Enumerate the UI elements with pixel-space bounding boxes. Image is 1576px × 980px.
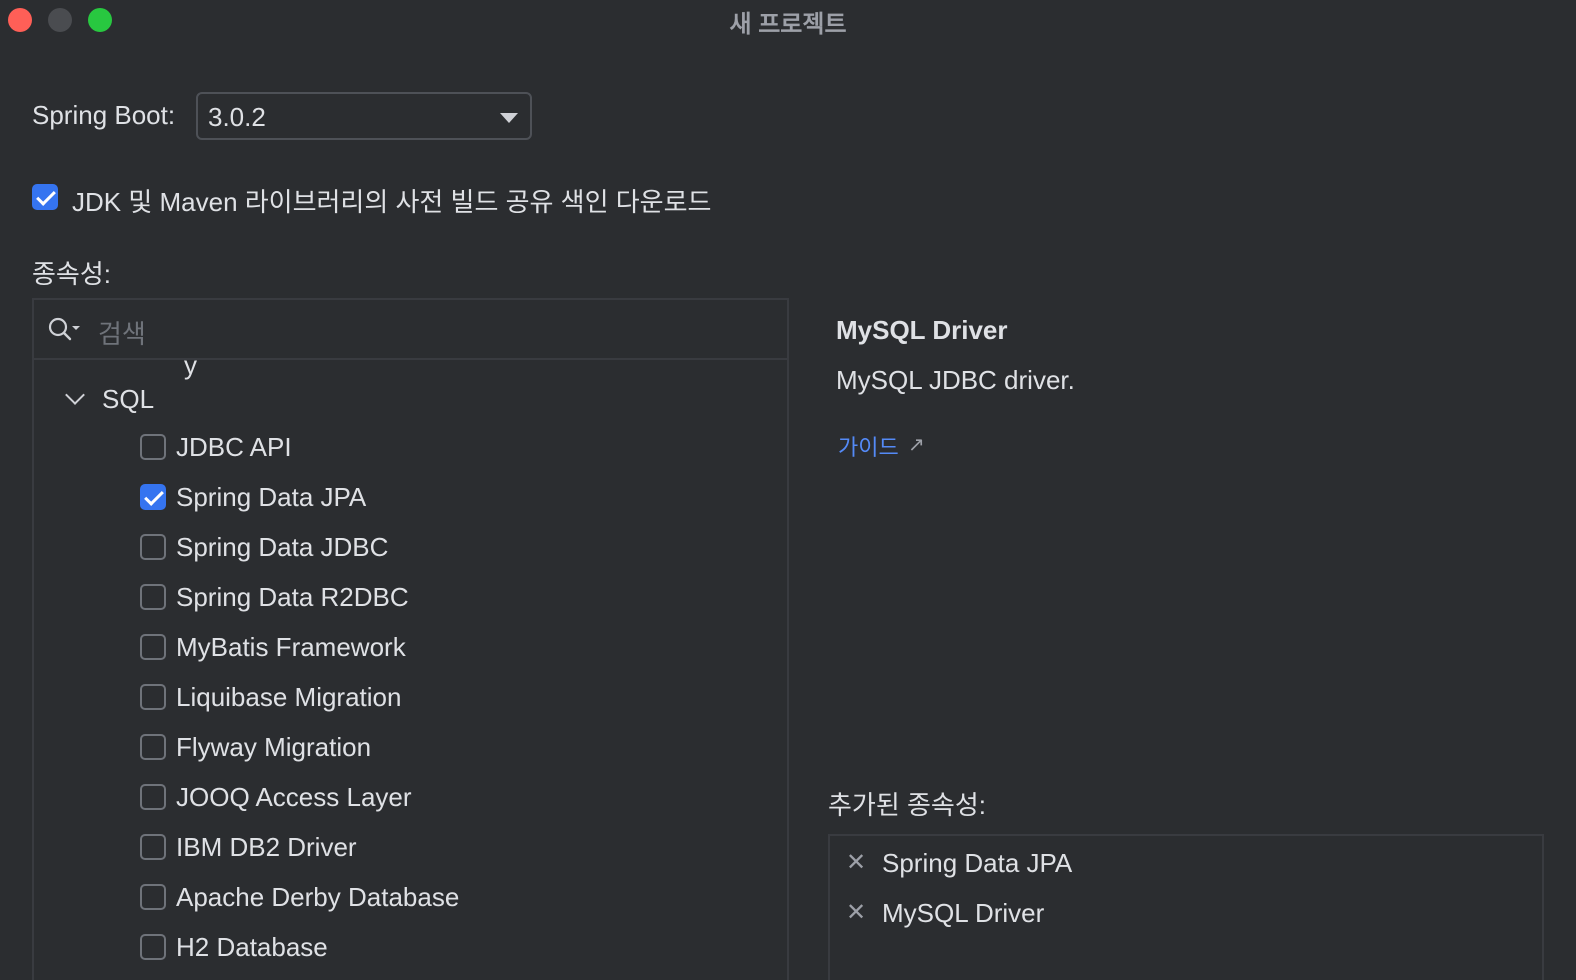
tree-group-label: SQL: [102, 384, 155, 414]
dependency-item-mybatis-framework[interactable]: MyBatis Framework: [34, 630, 787, 670]
dependency-search-input[interactable]: 검색: [34, 300, 787, 360]
added-dependency-item: ✕ MySQL Driver: [830, 896, 1542, 936]
dependency-label: Liquibase Migration: [176, 682, 402, 712]
dependency-label: JOOQ Access Layer: [176, 782, 412, 812]
dependency-checkbox[interactable]: [140, 834, 166, 860]
added-dependencies-label: 추가된 종속성:: [828, 790, 986, 820]
title-bar: 새 프로젝트: [0, 0, 1576, 40]
added-dependency-name: MySQL Driver: [882, 898, 1045, 928]
added-dependencies-list: ✕ Spring Data JPA ✕ MySQL Driver: [828, 834, 1544, 980]
dependency-checkbox[interactable]: [140, 884, 166, 910]
dependency-checkbox[interactable]: [140, 484, 166, 510]
dependency-label: Apache Derby Database: [176, 882, 460, 912]
dependency-label: H2 Database: [176, 932, 328, 962]
added-dependency-item: ✕ Spring Data JPA: [830, 846, 1542, 886]
dependency-checkbox[interactable]: [140, 534, 166, 560]
dependency-label: IBM DB2 Driver: [176, 832, 357, 862]
spring-boot-version-value: 3.0.2: [208, 102, 266, 132]
dependency-checkbox[interactable]: [140, 684, 166, 710]
chevron-down-icon: [500, 113, 518, 123]
dependencies-label: 종속성:: [32, 259, 111, 289]
dependency-label: MyBatis Framework: [176, 632, 406, 662]
dependency-item-flyway-migration[interactable]: Flyway Migration: [34, 730, 787, 770]
detail-title: MySQL Driver: [836, 315, 1008, 345]
chevron-down-icon[interactable]: [65, 385, 85, 405]
dependency-checkbox[interactable]: [140, 734, 166, 760]
guide-link[interactable]: 가이드: [838, 430, 899, 462]
spring-boot-label: Spring Boot:: [32, 100, 176, 130]
dependency-item-apache-derby-database[interactable]: Apache Derby Database: [34, 880, 787, 920]
remove-icon[interactable]: ✕: [846, 898, 866, 927]
dependency-item-ibm-db2-driver[interactable]: IBM DB2 Driver: [34, 830, 787, 870]
search-icon[interactable]: [46, 314, 82, 344]
dependency-checkbox[interactable]: [140, 934, 166, 960]
shared-index-checkbox[interactable]: [32, 184, 58, 210]
dependency-label: Spring Data R2DBC: [176, 582, 409, 612]
dependency-tree: y SQL JDBC API Spring Data JPA Spring Da…: [32, 298, 789, 980]
dependency-item-liquibase-migration[interactable]: Liquibase Migration: [34, 680, 787, 720]
dependency-item-jooq-access-layer[interactable]: JOOQ Access Layer: [34, 780, 787, 820]
dependency-checkbox[interactable]: [140, 584, 166, 610]
window-title: 새 프로젝트: [729, 11, 847, 38]
remove-icon[interactable]: ✕: [846, 848, 866, 877]
dependency-checkbox[interactable]: [140, 784, 166, 810]
dependency-label: Flyway Migration: [176, 732, 372, 762]
dependency-item-spring-data-jpa[interactable]: Spring Data JPA: [34, 480, 787, 520]
external-link-icon[interactable]: ↗: [908, 432, 925, 457]
dependency-item-h2-database[interactable]: H2 Database: [34, 930, 787, 970]
shared-index-label[interactable]: JDK 및 Maven 라이브러리의 사전 빌드 공유 색인 다운로드: [72, 182, 711, 219]
search-placeholder: 검색: [98, 319, 146, 349]
spring-boot-version-select[interactable]: 3.0.2: [196, 92, 532, 140]
dependency-item-spring-data-r2dbc[interactable]: Spring Data R2DBC: [34, 580, 787, 620]
added-dependency-name: Spring Data JPA: [882, 848, 1073, 878]
tree-group-sql[interactable]: SQL: [34, 382, 787, 418]
dependency-label: JDBC API: [176, 432, 292, 462]
dependency-checkbox[interactable]: [140, 434, 166, 460]
detail-description: MySQL JDBC driver.: [836, 365, 1075, 395]
dependency-checkbox[interactable]: [140, 634, 166, 660]
dependency-item-spring-data-jdbc[interactable]: Spring Data JDBC: [34, 530, 787, 570]
new-project-window: 새 프로젝트 Spring Boot: 3.0.2 JDK 및 Maven 라이…: [0, 0, 1576, 980]
dependency-label: Spring Data JDBC: [176, 532, 389, 562]
dependency-item-jdbc-api[interactable]: JDBC API: [34, 430, 787, 470]
dependency-label: Spring Data JPA: [176, 482, 367, 512]
